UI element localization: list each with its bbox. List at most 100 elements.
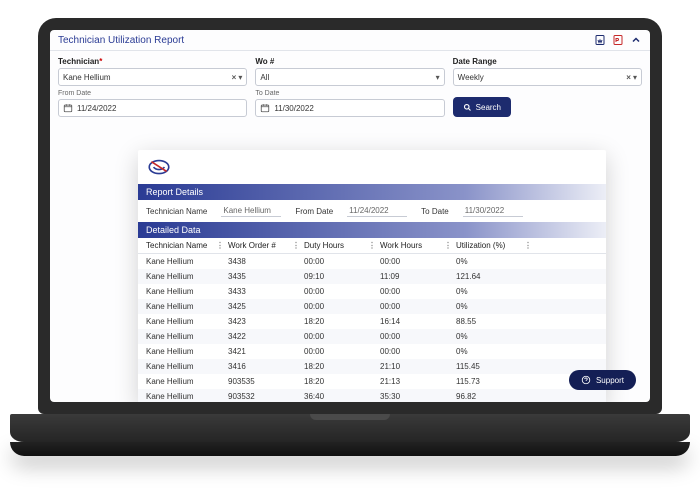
cell-work: 00:00	[380, 347, 452, 356]
cell-duty: 18:20	[304, 362, 376, 371]
clear-icon[interactable]: ×	[626, 73, 631, 82]
cell-duty: 09:10	[304, 272, 376, 281]
from-date-input[interactable]: 11/24/2022	[58, 99, 247, 117]
cell-work: 00:00	[380, 257, 452, 266]
search-icon	[463, 103, 472, 112]
from-date-label: From Date	[58, 90, 247, 97]
cell-duty: 00:00	[304, 287, 376, 296]
cell-wo: 3435	[228, 272, 300, 281]
chevron-down-icon: ▾	[238, 73, 242, 82]
cell-duty: 36:40	[304, 392, 376, 401]
laptop-base	[10, 414, 690, 442]
cell-wo: 3422	[228, 332, 300, 341]
table-row[interactable]: Kane Hellium342318:2016:1488.55	[138, 314, 606, 329]
column-menu-icon[interactable]: ⋮	[520, 241, 532, 250]
calendar-icon	[63, 103, 73, 113]
search-button-label: Search	[476, 103, 501, 112]
report-details-heading: Report Details	[138, 184, 606, 200]
meta-from-label: From Date	[295, 207, 333, 216]
table-row[interactable]: Kane Hellium343509:1011:09121.64	[138, 269, 606, 284]
table-row[interactable]: Kane Hellium90353236:4035:3096.82	[138, 389, 606, 402]
brand-logo	[138, 150, 606, 184]
cell-work: 21:10	[380, 362, 452, 371]
wo-value: All	[260, 73, 269, 82]
cell-util: 0%	[456, 287, 532, 296]
cell-wo: 3433	[228, 287, 300, 296]
col-technician[interactable]: Technician Name	[146, 241, 207, 250]
cell-wo: 3425	[228, 302, 300, 311]
collapse-icon[interactable]	[630, 34, 642, 46]
to-date-input[interactable]: 11/30/2022	[255, 99, 444, 117]
cell-util: 121.64	[456, 272, 532, 281]
table-row[interactable]: Kane Hellium 3433 00:00 00:00 0%	[138, 284, 606, 299]
col-duty[interactable]: Duty Hours	[304, 241, 344, 250]
table-row[interactable]: Kane Hellium343800:0000:000%	[138, 254, 606, 269]
wo-label: Wo #	[255, 57, 444, 66]
app-screen: Technician Utilization Report Technician	[50, 30, 650, 402]
export-word-icon[interactable]	[594, 34, 606, 46]
chevron-down-icon: ▾	[633, 73, 637, 82]
cell-util: 0%	[456, 347, 532, 356]
col-util[interactable]: Utilization (%)	[456, 241, 505, 250]
cell-name: Kane Hellium	[146, 377, 224, 386]
column-menu-icon[interactable]: ⋮	[288, 241, 300, 250]
meta-to-value: 11/30/2022	[463, 205, 523, 217]
cell-wo: 903535	[228, 377, 300, 386]
technician-label: Technician	[58, 57, 247, 66]
page-title: Technician Utilization Report	[58, 35, 184, 46]
cell-wo: 3421	[228, 347, 300, 356]
calendar-icon	[260, 103, 270, 113]
cell-work: 35:30	[380, 392, 452, 401]
cell-work: 21:13	[380, 377, 452, 386]
search-button[interactable]: Search	[453, 97, 511, 117]
table-body: Kane Hellium343800:0000:000%Kane Hellium…	[138, 254, 606, 402]
cell-work: 16:14	[380, 317, 452, 326]
cell-wo: 3423	[228, 317, 300, 326]
col-wo[interactable]: Work Order #	[228, 241, 276, 250]
wo-select[interactable]: All ▾	[255, 68, 444, 86]
date-range-value: Weekly	[458, 73, 484, 82]
dates-row: From Date 11/24/2022 To Date 11/3	[50, 88, 650, 123]
table-row[interactable]: Kane Hellium342500:0000:000%	[138, 299, 606, 314]
meta-to-label: To Date	[421, 207, 449, 216]
support-button[interactable]: Support	[569, 370, 636, 390]
table-header: Technician Name ⋮ Work Order # ⋮ Duty Hour…	[138, 238, 606, 254]
from-date-value: 11/24/2022	[77, 104, 116, 113]
table-row[interactable]: Kane Hellium342200:0000:000%	[138, 329, 606, 344]
cell-util: 0%	[456, 257, 532, 266]
chevron-down-icon: ▾	[436, 73, 440, 82]
report-meta-row: Technician Name Kane Hellium From Date 1…	[138, 200, 606, 222]
table-row[interactable]: Kane Hellium90353518:2021:13115.73	[138, 374, 606, 389]
cell-work: 00:00	[380, 287, 452, 296]
cell-name: Kane Hellium	[146, 362, 224, 371]
column-menu-icon[interactable]: ⋮	[364, 241, 376, 250]
cell-name: Kane Hellium	[146, 332, 224, 341]
cell-work: 11:09	[380, 272, 452, 281]
meta-from-value: 11/24/2022	[347, 205, 407, 217]
cell-name: Kane Hellium	[146, 287, 224, 296]
technician-select[interactable]: Kane Hellium ×▾	[58, 68, 247, 86]
export-pdf-icon[interactable]	[612, 34, 624, 46]
col-work[interactable]: Work Hours	[380, 241, 422, 250]
meta-technician-value: Kane Hellium	[221, 205, 281, 217]
cell-wo: 3416	[228, 362, 300, 371]
table-row[interactable]: Kane Hellium341618:2021:10115.45	[138, 359, 606, 374]
laptop-foot	[10, 442, 690, 456]
date-range-select[interactable]: Weekly ×▾	[453, 68, 642, 86]
cell-duty: 18:20	[304, 317, 376, 326]
clear-icon[interactable]: ×	[232, 73, 237, 82]
column-menu-icon[interactable]: ⋮	[212, 241, 224, 250]
cell-work: 00:00	[380, 302, 452, 311]
laptop-frame: Technician Utilization Report Technician	[38, 18, 662, 458]
cell-name: Kane Hellium	[146, 347, 224, 356]
column-menu-icon[interactable]: ⋮	[440, 241, 452, 250]
table-row[interactable]: Kane Hellium 3421 00:00 00:00 0%	[138, 344, 606, 359]
cell-work: 00:00	[380, 332, 452, 341]
cell-duty: 00:00	[304, 347, 376, 356]
support-icon	[581, 375, 591, 385]
filters-row: Technician Kane Hellium ×▾ Wo # All ▾ Da…	[50, 51, 650, 88]
cell-util: 115.73	[456, 377, 532, 386]
report-card: Report Details Technician Name Kane Hell…	[138, 150, 606, 402]
to-date-label: To Date	[255, 90, 444, 97]
cell-util: 0%	[456, 332, 532, 341]
